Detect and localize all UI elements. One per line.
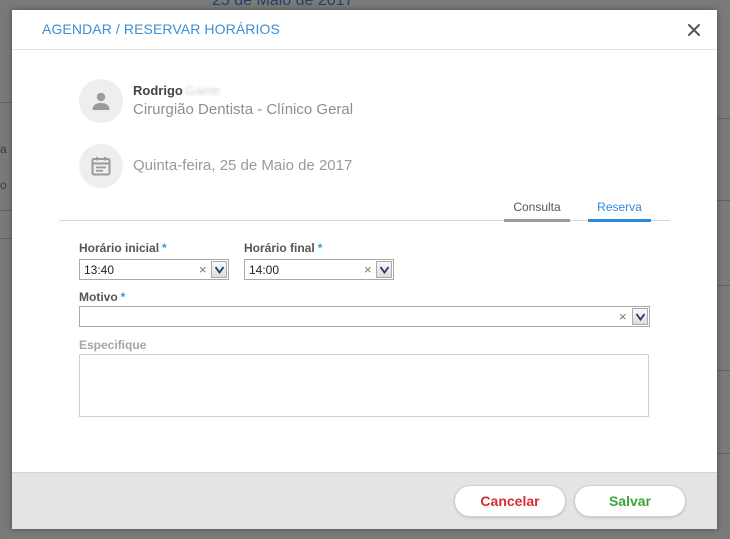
background-divider <box>0 210 12 211</box>
end-time-select[interactable]: 14:00 × <box>244 259 394 280</box>
tab-reserva[interactable]: Reserva <box>588 200 651 222</box>
end-time-label-text: Horário final <box>244 241 315 255</box>
cancel-button[interactable]: Cancelar <box>454 485 566 517</box>
person-icon <box>92 92 110 110</box>
end-time-value: 14:00 <box>249 263 280 277</box>
background-divider <box>717 118 730 119</box>
start-time-select[interactable]: 13:40 × <box>79 259 229 280</box>
save-button[interactable]: Salvar <box>574 485 686 517</box>
schedule-modal: AGENDAR / RESERVAR HORÁRIOS Rodrigo Gaete… <box>12 10 717 529</box>
background-divider <box>717 453 730 454</box>
background-divider <box>717 200 730 201</box>
specify-label: Especifique <box>79 338 147 352</box>
start-time-value: 13:40 <box>84 263 115 277</box>
background-divider <box>0 102 12 103</box>
doctor-name: Rodrigo Gaete <box>133 83 220 98</box>
background-right-panel <box>717 0 730 539</box>
chevron-down-icon <box>215 266 224 274</box>
close-button[interactable] <box>683 19 705 41</box>
calendar-icon <box>91 157 111 176</box>
background-divider <box>717 285 730 286</box>
reason-dropdown-button[interactable] <box>632 308 648 325</box>
reason-label-text: Motivo <box>79 290 118 304</box>
end-time-dropdown-button[interactable] <box>376 261 392 278</box>
doctor-role: Cirurgião Dentista - Clínico Geral <box>133 101 354 118</box>
background-divider <box>717 370 730 371</box>
start-time-label: Horário inicial * <box>79 241 167 255</box>
start-time-clear-icon[interactable]: × <box>199 262 207 277</box>
chevron-down-icon <box>636 313 645 321</box>
start-time-label-text: Horário inicial <box>79 241 160 255</box>
avatar <box>79 79 123 123</box>
required-marker: * <box>162 241 167 255</box>
background-text-fragment: o <box>0 178 7 192</box>
background-text-fragment: a <box>0 142 7 156</box>
start-time-dropdown-button[interactable] <box>211 261 227 278</box>
date-icon-circle <box>79 144 123 188</box>
end-time-clear-icon[interactable]: × <box>364 262 372 277</box>
required-marker: * <box>317 241 323 255</box>
tab-consulta[interactable]: Consulta <box>504 200 570 222</box>
background-date-fragment: 25 de Maio de 2017 <box>212 0 354 9</box>
close-icon <box>688 24 700 36</box>
chevron-down-icon <box>380 266 389 274</box>
modal-footer: Cancelar Salvar <box>12 472 717 529</box>
reason-clear-icon[interactable]: × <box>619 309 627 324</box>
background-left-panel <box>0 0 12 539</box>
reason-label: Motivo * <box>79 290 125 304</box>
tabs-divider <box>59 220 670 221</box>
required-marker: * <box>120 290 126 304</box>
doctor-first-name: Rodrigo <box>133 83 183 98</box>
doctor-last-name: Gaete <box>184 83 221 98</box>
end-time-label: Horário final * <box>244 241 322 255</box>
selected-date: Quinta-feira, 25 de Maio de 2017 <box>133 157 353 174</box>
reason-select[interactable]: × <box>79 306 650 327</box>
background-divider <box>0 238 12 239</box>
modal-header: AGENDAR / RESERVAR HORÁRIOS <box>12 10 717 50</box>
modal-title: AGENDAR / RESERVAR HORÁRIOS <box>42 21 280 37</box>
specify-textarea[interactable] <box>79 354 649 417</box>
